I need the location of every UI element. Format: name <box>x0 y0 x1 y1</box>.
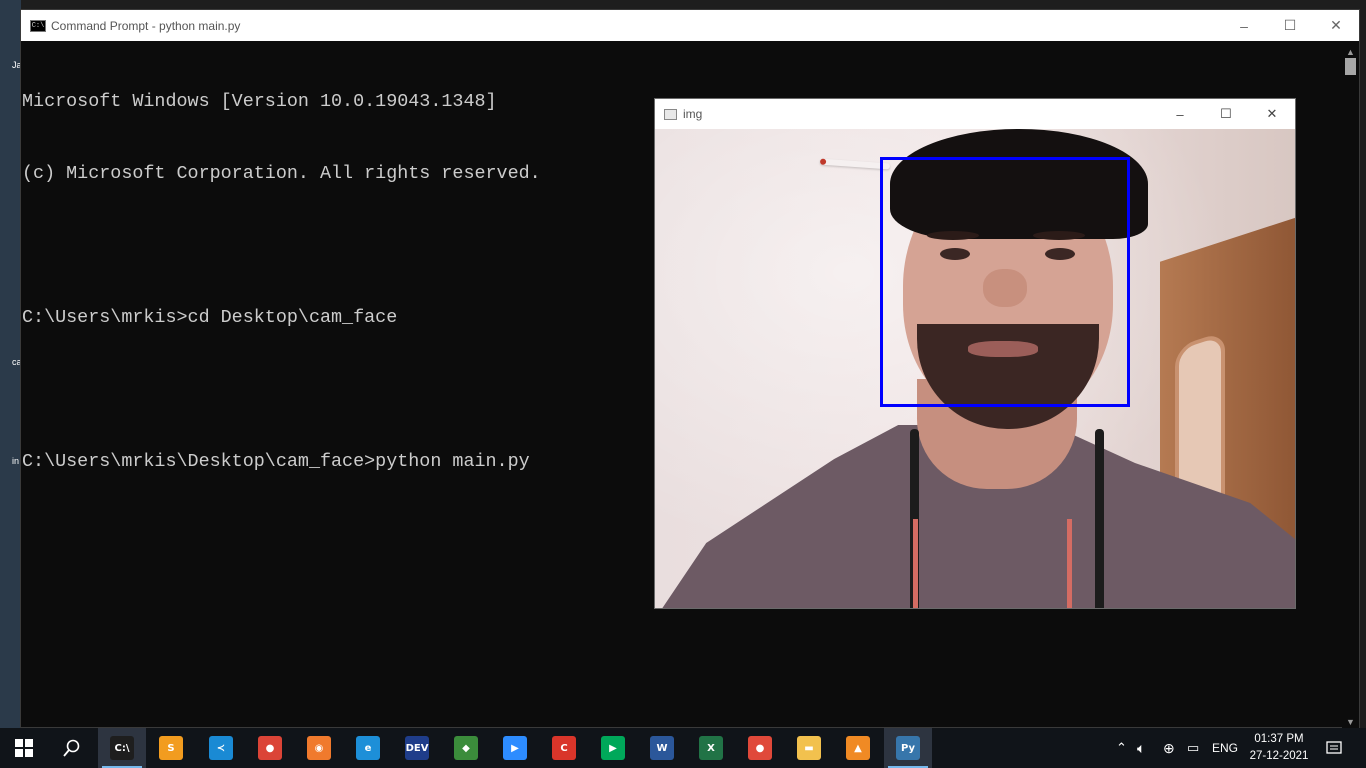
word-icon-glyph: W <box>650 736 674 760</box>
chrome-icon-glyph: ● <box>258 736 282 760</box>
word-icon[interactable]: W <box>638 728 686 768</box>
lanyard <box>913 519 918 608</box>
clock[interactable]: 01:37 PM 27-12-2021 <box>1240 731 1318 765</box>
zoom-icon-glyph: ▶ <box>503 736 527 760</box>
face-detection-box <box>880 157 1130 407</box>
cmd-titlebar[interactable]: C:\ Command Prompt - python main.py – ☐ … <box>21 10 1359 41</box>
close-button[interactable]: ✕ <box>1249 99 1295 129</box>
minimize-button[interactable]: – <box>1157 99 1203 129</box>
chrome-icon[interactable]: ● <box>246 728 294 768</box>
screen-recorder-icon[interactable]: ● <box>736 728 784 768</box>
scroll-up-icon[interactable]: ▲ <box>1346 47 1355 57</box>
sublime-text-icon[interactable]: S <box>147 728 195 768</box>
volume-icon[interactable]: 🔈︎ <box>1137 740 1145 757</box>
cmd-window-title: Command Prompt - python main.py <box>51 18 241 33</box>
devc-icon[interactable]: DEV <box>393 728 441 768</box>
vertical-scrollbar[interactable]: ▲ ▼ <box>1342 41 1359 729</box>
vscode-icon[interactable]: ≺ <box>197 728 245 768</box>
lanyard <box>1067 519 1072 608</box>
notification-icon[interactable] <box>1310 728 1358 768</box>
vlc-icon-glyph: ▲ <box>846 736 870 760</box>
python-icon-glyph: Py <box>896 736 920 760</box>
ppt-orange-icon-glyph: ◉ <box>307 736 331 760</box>
cmd-app-icon: C:\ <box>30 19 46 32</box>
command-prompt-icon-glyph: C:\ <box>110 736 134 760</box>
clock-time: 01:37 PM <box>1254 733 1304 745</box>
chevron-up-icon[interactable]: ⌃ <box>1116 740 1127 756</box>
maximize-button[interactable]: ☐ <box>1267 10 1313 41</box>
desktop-background: Ja ca in <box>0 0 22 728</box>
python-icon[interactable]: Py <box>884 728 932 768</box>
excel-icon[interactable]: X <box>687 728 735 768</box>
edge-icon-glyph: e <box>356 736 380 760</box>
ppt-orange-icon[interactable]: ◉ <box>295 728 343 768</box>
language-indicator[interactable]: ENG <box>1212 741 1238 755</box>
img-titlebar[interactable]: img – ☐ ✕ <box>655 99 1295 129</box>
meet-icon[interactable]: ▶ <box>589 728 637 768</box>
clock-date: 27-12-2021 <box>1249 750 1309 762</box>
webcam-frame <box>655 129 1295 608</box>
sublime-text-icon-glyph: S <box>159 736 183 760</box>
earphone-cord <box>1095 429 1104 608</box>
close-button[interactable]: ✕ <box>1313 10 1359 41</box>
git-icon-glyph: ◆ <box>454 736 478 760</box>
img-window-title: img <box>683 107 703 121</box>
search-icon[interactable] <box>48 728 96 768</box>
command-prompt-icon[interactable]: C:\ <box>98 728 146 768</box>
excel-icon-glyph: X <box>699 736 723 760</box>
network-globe-icon[interactable]: ⊕ <box>1163 740 1175 757</box>
maximize-button[interactable]: ☐ <box>1203 99 1249 129</box>
scroll-down-icon[interactable]: ▼ <box>1346 717 1355 727</box>
git-icon[interactable]: ◆ <box>442 728 490 768</box>
ccleaner-icon-glyph: C <box>552 736 576 760</box>
img-window[interactable]: img – ☐ ✕ <box>654 98 1296 609</box>
vlc-icon[interactable]: ▲ <box>834 728 882 768</box>
meet-icon-glyph: ▶ <box>601 736 625 760</box>
battery-icon[interactable]: ▭ <box>1187 740 1199 756</box>
ccleaner-icon[interactable]: C <box>540 728 588 768</box>
file-explorer-icon-glyph: ▬ <box>797 736 821 760</box>
vscode-icon-glyph: ≺ <box>209 736 233 760</box>
edge-icon[interactable]: e <box>344 728 392 768</box>
screen-recorder-icon-glyph: ● <box>748 736 772 760</box>
zoom-icon[interactable]: ▶ <box>491 728 539 768</box>
file-explorer-icon[interactable]: ▬ <box>785 728 833 768</box>
minimize-button[interactable]: – <box>1221 10 1267 41</box>
taskbar: C:\ S ≺ ● ◉ e DEV ◆ ▶ C ▶ W X ● ▬ ▲ Py ⌃ 🔈︎ ⊕ ▭ ENG 01:3… <box>0 728 1366 768</box>
scrollbar-thumb[interactable] <box>1345 58 1356 75</box>
windows-start-icon[interactable] <box>0 728 48 768</box>
devc-icon-glyph: DEV <box>405 736 429 760</box>
desktop-label: in <box>12 456 20 466</box>
img-app-icon <box>664 108 677 120</box>
